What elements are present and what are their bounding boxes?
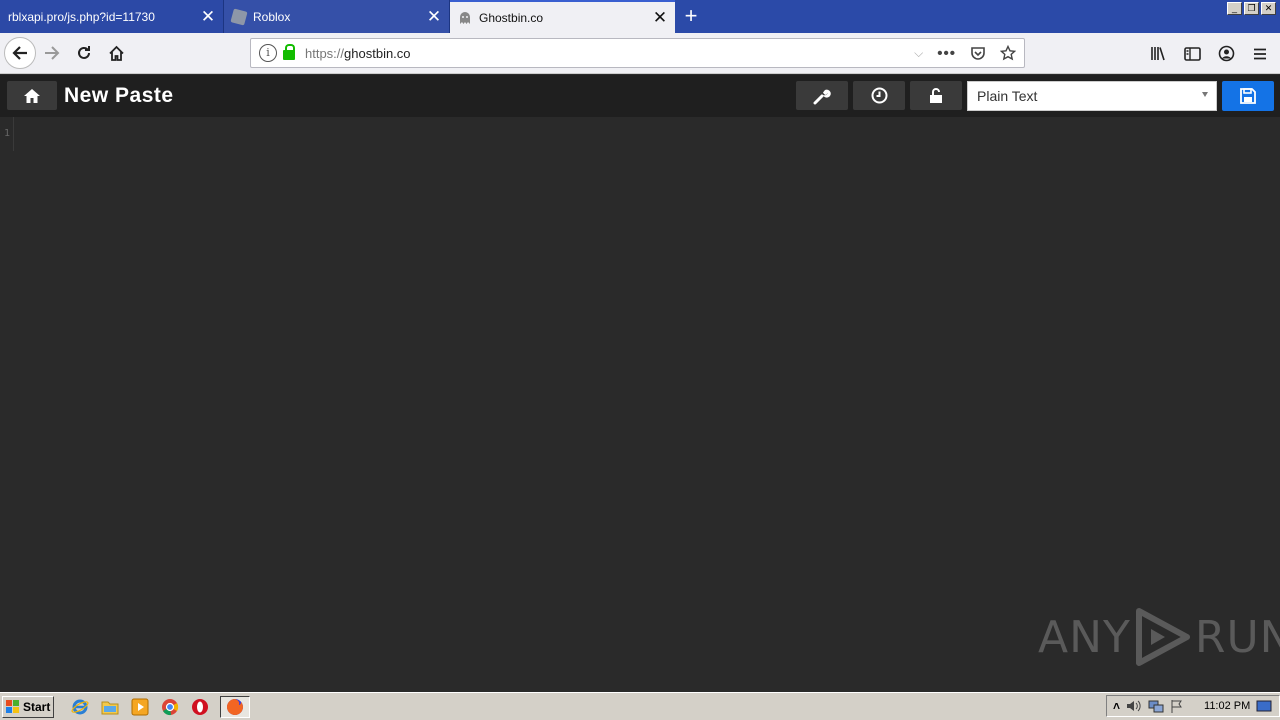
star-icon[interactable] <box>1000 45 1016 61</box>
floppy-disk-icon <box>1240 88 1256 104</box>
home-icon <box>108 45 124 61</box>
quick-launch <box>70 695 250 718</box>
more-actions-icon[interactable]: ••• <box>937 45 956 62</box>
watermark-left: ANY <box>1038 611 1131 663</box>
chevron-up-icon[interactable]: ˄ <box>1113 699 1120 713</box>
line-gutter: 1 <box>0 117 14 151</box>
reload-icon <box>78 46 90 59</box>
home-icon <box>24 88 40 103</box>
unlock-icon <box>930 88 942 103</box>
network-icon[interactable] <box>1148 699 1164 713</box>
close-window-button[interactable]: ✕ <box>1261 2 1276 15</box>
home-button[interactable] <box>7 81 57 110</box>
language-select[interactable]: Plain Text <box>967 81 1217 111</box>
browser-tab-strip: rblxapi.pro/js.php?id=11730 ✕ Roblox ✕ G… <box>0 0 1280 33</box>
editor-text-area[interactable] <box>15 117 1280 691</box>
url-scheme: https:// <box>305 45 345 61</box>
tab-roblox[interactable]: Roblox ✕ <box>224 0 450 33</box>
sidebar-button[interactable] <box>1180 38 1204 70</box>
arrow-left-icon <box>12 46 27 60</box>
save-button[interactable] <box>1222 81 1274 111</box>
windows-logo-icon <box>6 699 20 714</box>
restore-button[interactable]: ❐ <box>1244 2 1259 15</box>
chrome-icon[interactable] <box>160 697 180 717</box>
toolbar-right <box>1146 33 1280 74</box>
account-button[interactable] <box>1214 38 1238 70</box>
start-label: Start <box>23 699 51 714</box>
language-select-value: Plain Text <box>977 88 1038 104</box>
roblox-icon <box>230 7 248 26</box>
tab-label: Roblox <box>253 9 291 24</box>
firefox-icon <box>227 698 243 715</box>
close-icon[interactable]: ✕ <box>193 7 223 27</box>
new-tab-button[interactable]: + <box>675 0 707 33</box>
volume-icon[interactable] <box>1126 699 1142 713</box>
forward-button[interactable] <box>36 37 68 69</box>
close-icon[interactable]: ✕ <box>419 7 449 27</box>
back-button[interactable] <box>4 37 36 69</box>
clock-text[interactable]: 11:02 PM <box>1204 700 1250 712</box>
flag-icon[interactable] <box>1170 699 1184 713</box>
pocket-icon[interactable] <box>970 45 986 61</box>
anyrun-watermark: ANY RUN <box>1038 607 1280 667</box>
home-button[interactable] <box>100 37 132 69</box>
media-player-icon[interactable] <box>130 697 150 717</box>
menu-button[interactable] <box>1248 38 1272 70</box>
address-bar[interactable]: i https://ghostbin.co ⌵ ••• <box>250 38 1025 68</box>
encryption-button[interactable] <box>910 81 962 110</box>
wrench-icon <box>813 89 831 104</box>
info-icon[interactable]: i <box>259 44 277 62</box>
tab-label: Ghostbin.co <box>479 10 544 25</box>
clock-icon <box>871 87 887 104</box>
line-number: 1 <box>4 128 11 139</box>
address-bar-actions: ⌵ ••• <box>914 45 1016 62</box>
internet-explorer-icon[interactable] <box>70 697 90 717</box>
library-icon <box>1150 47 1165 61</box>
lock-icon[interactable] <box>283 44 295 60</box>
windows-taskbar: Start ˄ 11:02 PM <box>0 692 1280 720</box>
file-explorer-icon[interactable] <box>100 697 120 717</box>
ghostbin-toolbar: New Paste Plain Text <box>0 75 1280 117</box>
show-desktop-icon[interactable] <box>1256 699 1272 713</box>
account-icon <box>1218 45 1234 62</box>
reload-button[interactable] <box>68 37 100 69</box>
sidebar-icon <box>1183 46 1201 61</box>
close-icon[interactable]: ✕ <box>645 8 675 28</box>
watermark-right: RUN <box>1194 611 1280 663</box>
play-logo-icon <box>1135 608 1190 666</box>
library-button[interactable] <box>1146 38 1170 70</box>
minimize-button[interactable]: _ <box>1227 2 1242 15</box>
tab-label: rblxapi.pro/js.php?id=11730 <box>8 9 155 24</box>
tab-ghostbin[interactable]: Ghostbin.co ✕ <box>450 0 675 33</box>
page-title: New Paste <box>64 84 174 107</box>
chevron-down-icon <box>1202 92 1208 97</box>
paste-editor: 1 <box>0 117 1280 691</box>
chevron-down-icon[interactable]: ⌵ <box>914 46 923 61</box>
firefox-taskbar-button[interactable] <box>220 695 250 718</box>
tab-rblxapi[interactable]: rblxapi.pro/js.php?id=11730 ✕ <box>0 0 224 33</box>
hamburger-icon <box>1254 48 1266 59</box>
opera-icon[interactable] <box>190 697 210 717</box>
arrow-right-icon <box>45 46 60 60</box>
start-button[interactable]: Start <box>2 695 54 718</box>
navigation-toolbar: i https://ghostbin.co ⌵ ••• <box>0 33 1280 74</box>
url-text[interactable]: https://ghostbin.co <box>305 46 914 61</box>
window-controls: _ ❐ ✕ <box>1227 2 1276 15</box>
url-host: ghostbin.co <box>344 45 411 61</box>
system-tray: ˄ 11:02 PM <box>1106 695 1280 717</box>
expiration-button[interactable] <box>853 81 905 110</box>
ghost-icon <box>458 11 472 25</box>
settings-button[interactable] <box>796 81 848 110</box>
